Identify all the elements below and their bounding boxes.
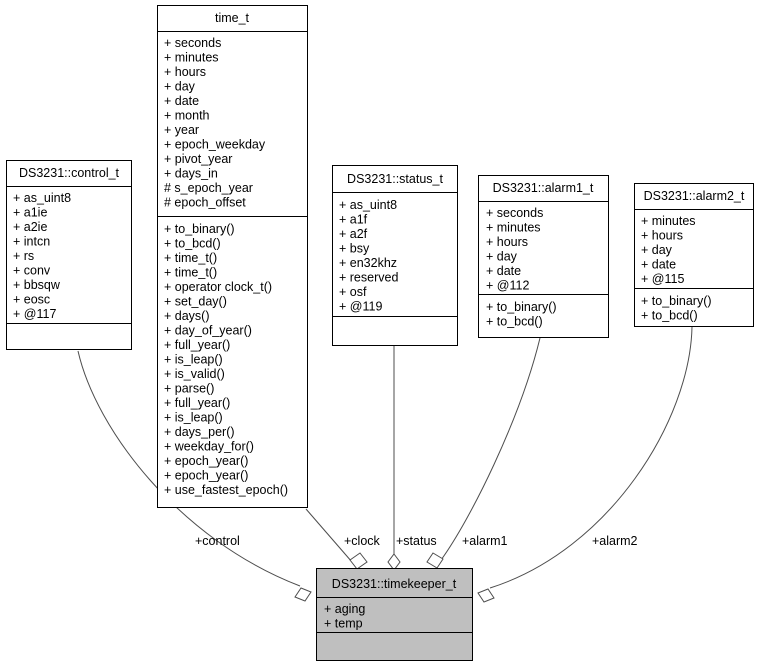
time-t-method: + full_year() (164, 338, 230, 352)
diagram-canvas: +control +clock +status +alarm1 +alarm2 (6, 5, 754, 661)
time-t-attr: # epoch_offset (164, 196, 246, 210)
time-t-method: + to_bcd() (164, 237, 221, 251)
time-t-method: + is_leap() (164, 353, 223, 367)
edge-label-clock: +clock (344, 534, 381, 548)
class-box-alarm2-t[interactable]: DS3231::alarm2_t + minutes + hours + day… (634, 183, 754, 327)
alarm2-edge-line (489, 326, 693, 589)
alarm1-t-title: DS3231::alarm1_t (493, 181, 594, 195)
time-t-title: time_t (215, 11, 250, 25)
time-t-method: + day_of_year() (164, 324, 252, 338)
alarm1-t-method: + to_binary() (486, 300, 557, 314)
time-t-method: + time_t() (164, 251, 217, 265)
time-t-method: + to_binary() (164, 222, 235, 236)
time-t-attr: + epoch_weekday (164, 138, 266, 152)
alarm2-t-attr: + minutes (641, 214, 696, 228)
time-t-attr: + month (164, 109, 210, 123)
alarm1-t-attr: + seconds (486, 206, 543, 220)
alarm2-t-attr: + hours (641, 229, 683, 243)
status-t-attr: + osf (339, 285, 367, 299)
edge-label-alarm1: +alarm1 (462, 534, 508, 548)
time-t-attr: + day (164, 80, 196, 94)
status-t-attr: + bsy (339, 242, 370, 256)
alarm2-t-attr: + date (641, 258, 676, 272)
alarm1-t-attr: + @112 (486, 279, 529, 293)
status-aggregation-diamond (387, 553, 401, 571)
time-t-method: + time_t() (164, 266, 217, 280)
alarm1-t-attr: + date (486, 264, 521, 278)
time-t-attr: + seconds (164, 36, 221, 50)
control-t-attr: + a2ie (13, 220, 47, 234)
class-box-control-t[interactable]: DS3231::control_t + as_uint8 + a1ie + a2… (6, 160, 132, 350)
class-box-time-t[interactable]: time_t + seconds + minutes + hours + day… (157, 5, 308, 508)
connector-status: +status (387, 346, 437, 571)
control-t-attr: + bbsqw (13, 278, 61, 292)
time-t-method: + is_valid() (164, 367, 225, 381)
time-t-attr: + days_in (164, 167, 218, 181)
timekeeper-t-attr: + aging (324, 602, 365, 616)
status-t-attr: + a2f (339, 227, 368, 241)
time-t-method: + set_day() (164, 295, 227, 309)
time-t-attr: + year (164, 123, 199, 137)
alarm1-t-attr: + minutes (486, 221, 541, 235)
alarm2-t-method: + to_bcd() (641, 309, 698, 323)
control-t-attr: + conv (13, 264, 51, 278)
status-t-title: DS3231::status_t (347, 172, 443, 186)
alarm1-t-method: + to_bcd() (486, 315, 543, 329)
status-t-attr: + en32khz (339, 256, 397, 270)
control-aggregation-diamond (294, 587, 312, 602)
control-t-attr: + as_uint8 (13, 191, 71, 205)
time-t-method: + is_leap() (164, 411, 223, 425)
alarm1-aggregation-diamond (426, 552, 444, 569)
time-t-method: + epoch_year() (164, 454, 248, 468)
time-t-attr: + hours (164, 65, 206, 79)
alarm2-aggregation-diamond (477, 588, 495, 603)
status-t-attr: + reserved (339, 271, 398, 285)
time-t-method: + days() (164, 309, 210, 323)
control-t-title: DS3231::control_t (19, 166, 120, 180)
edge-label-alarm2: +alarm2 (592, 534, 638, 548)
alarm1-edge-line (440, 337, 541, 561)
connector-clock: +clock (305, 508, 381, 570)
time-t-method: + epoch_year() (164, 469, 248, 483)
edge-label-status: +status (396, 534, 437, 548)
time-t-method: + operator clock_t() (164, 280, 272, 294)
time-t-attr: + date (164, 94, 199, 108)
control-t-attr: + intcn (13, 235, 50, 249)
control-t-attr: + @117 (13, 307, 56, 321)
alarm1-t-attr: + hours (486, 235, 528, 249)
time-t-method: + parse() (164, 382, 214, 396)
time-t-method: + weekday_for() (164, 440, 254, 454)
connector-alarm2: +alarm2 (477, 326, 693, 603)
alarm2-t-method: + to_binary() (641, 294, 712, 308)
control-t-attr: + a1ie (13, 206, 47, 220)
time-t-method: + use_fastest_epoch() (164, 483, 288, 497)
time-t-attr: + minutes (164, 51, 219, 65)
alarm2-t-attr: + @115 (641, 272, 684, 286)
edge-label-control: +control (195, 534, 240, 548)
timekeeper-t-attr: + temp (324, 617, 363, 631)
class-box-status-t[interactable]: DS3231::status_t + as_uint8 + a1f + a2f … (332, 165, 458, 346)
control-t-attr: + eosc (13, 293, 50, 307)
connector-alarm1: +alarm1 (426, 337, 541, 569)
status-t-attr: + @119 (339, 300, 382, 314)
control-t-attr: + rs (13, 249, 34, 263)
uml-collaboration-diagram: +control +clock +status +alarm1 +alarm2 (0, 0, 764, 668)
class-box-alarm1-t[interactable]: DS3231::alarm1_t + seconds + minutes + h… (478, 175, 609, 338)
timekeeper-t-title: DS3231::timekeeper_t (332, 577, 457, 591)
status-t-attr: + as_uint8 (339, 198, 397, 212)
alarm2-t-title: DS3231::alarm2_t (644, 189, 745, 203)
clock-aggregation-diamond (349, 552, 368, 570)
time-t-method: + days_per() (164, 425, 235, 439)
time-t-method: + full_year() (164, 396, 230, 410)
alarm1-t-attr: + day (486, 250, 518, 264)
alarm2-t-attr: + day (641, 243, 673, 257)
time-t-attr: # s_epoch_year (164, 181, 253, 195)
time-t-attr: + pivot_year (164, 152, 232, 166)
status-t-attr: + a1f (339, 213, 368, 227)
class-box-timekeeper-t[interactable]: DS3231::timekeeper_t + aging + temp (316, 568, 473, 661)
